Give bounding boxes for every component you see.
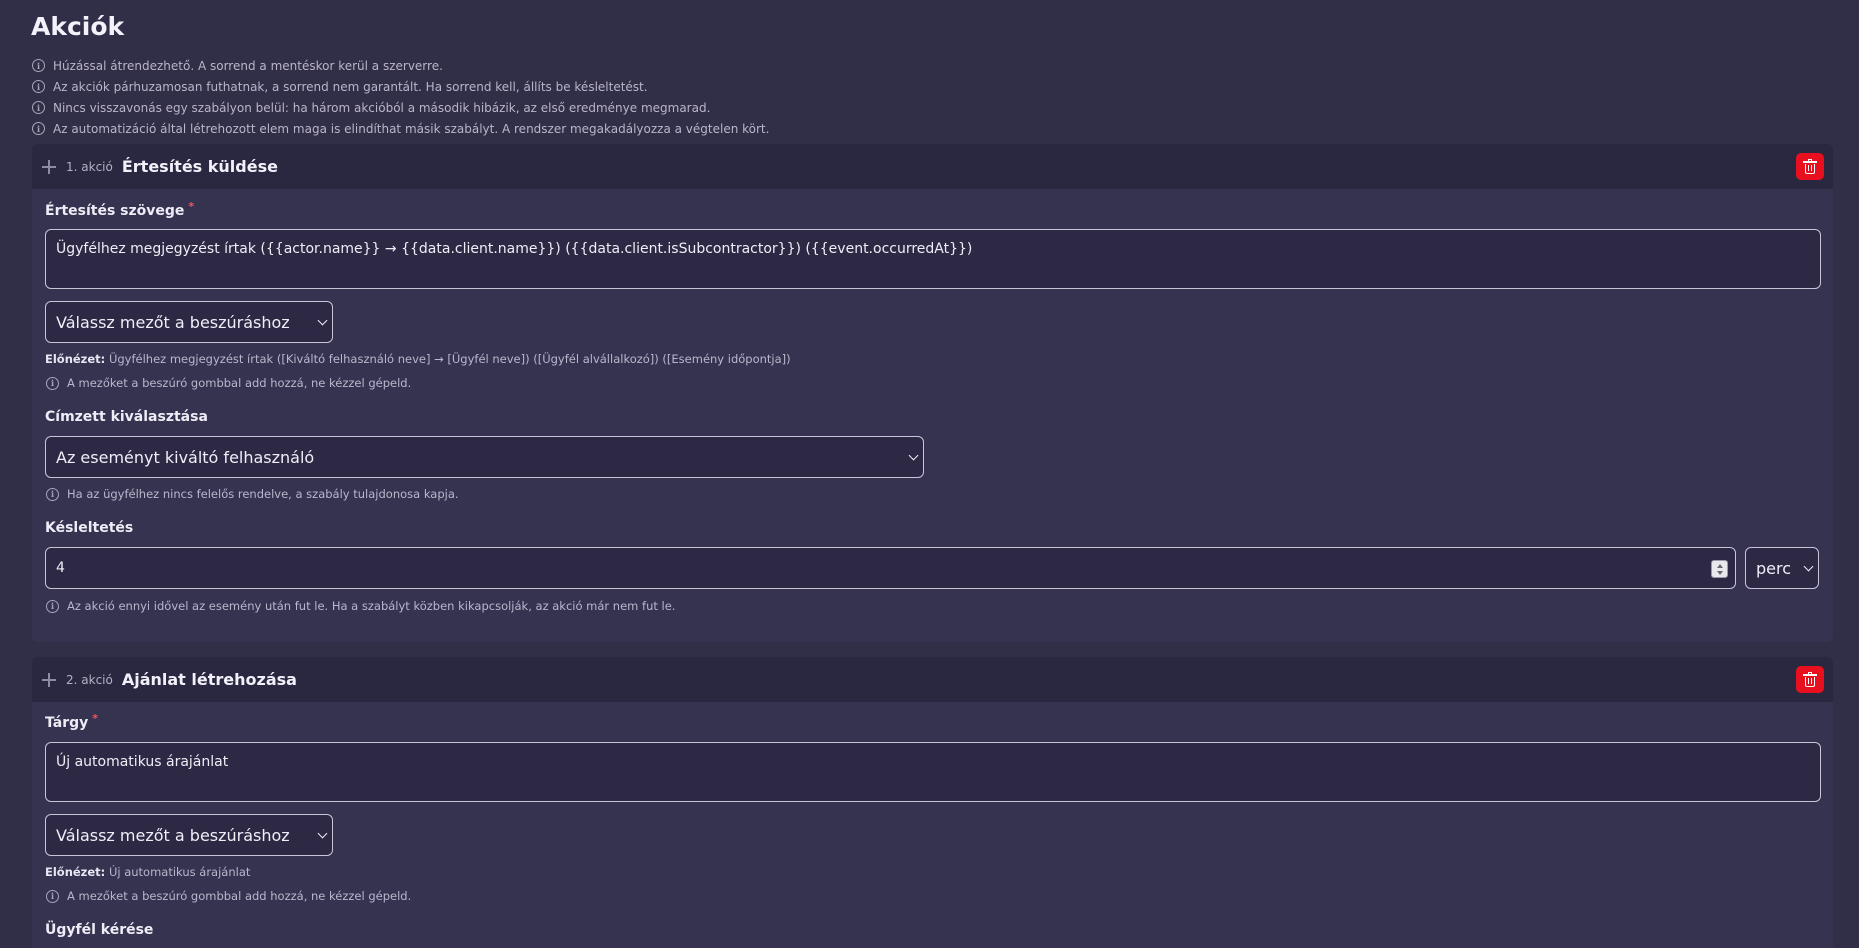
- info-icon: i: [46, 599, 59, 613]
- drag-handle-icon[interactable]: [42, 159, 56, 174]
- info-note-text: Az automatizáció által létrehozott elem …: [53, 121, 770, 136]
- insert-field-select[interactable]: Válassz mezőt a beszúráshoz: [45, 814, 333, 856]
- page-title: Akciók: [31, 12, 125, 41]
- label-text: Értesítés szövege: [45, 203, 185, 219]
- required-mark: *: [92, 712, 99, 725]
- insert-field-select[interactable]: Válassz mezőt a beszúráshoz: [45, 301, 333, 343]
- info-note: i Az akciók párhuzamosan futhatnak, a sor…: [32, 76, 769, 97]
- notification-text-input[interactable]: Ügyfélhez megjegyzést írtak ({{actor.nam…: [45, 229, 1821, 289]
- label-text: Tárgy: [45, 715, 89, 731]
- info-notes: i Húzással átrendezhető. A sorrend a ment…: [32, 55, 769, 139]
- required-mark: *: [188, 200, 195, 213]
- info-icon: i: [32, 80, 45, 93]
- recipient-hint: i Ha az ügyfélhez nincs felelős rendelve,…: [46, 487, 459, 501]
- preview-value: Ügyfélhez megjegyzést írtak ([Kiváltó fe…: [108, 352, 791, 366]
- action-card-header: 1. akció Értesítés küldése: [32, 144, 1833, 189]
- select-value: perc: [1756, 558, 1792, 578]
- delete-action-button[interactable]: [1796, 666, 1824, 693]
- info-note-text: Húzással átrendezhető. A sorrend a menté…: [53, 58, 443, 73]
- delay-label: Késleltetés: [45, 520, 134, 536]
- subject-input[interactable]: Új automatikus árajánlat: [45, 742, 1821, 802]
- action-name: Ajánlat létrehozása: [121, 670, 297, 689]
- hint-text: Ha az ügyfélhez nincs felelős rendelve, …: [67, 487, 459, 501]
- info-note-text: Az akciók párhuzamosan futhatnak, a sorr…: [53, 79, 648, 94]
- action-card-1: 1. akció Értesítés küldése Értesítés szö…: [32, 144, 1833, 642]
- info-note: i Húzással átrendezhető. A sorrend a ment…: [32, 55, 769, 76]
- hint-text: A mezőket a beszúró gombbal add hozzá, n…: [67, 889, 412, 903]
- preview-text: Előnézet: Új automatikus árajánlat: [45, 865, 250, 879]
- info-note: i Nincs visszavonás egy szabályon belül: …: [32, 97, 769, 118]
- action-card-header: 2. akció Ajánlat létrehozása: [32, 657, 1833, 702]
- action-number: 2. akció: [66, 672, 113, 687]
- action-number: 1. akció: [66, 159, 113, 174]
- subject-label: Tárgy *: [45, 712, 99, 731]
- action-card-2: 2. akció Ajánlat létrehozása Tárgy * Új a…: [32, 657, 1833, 948]
- info-icon: i: [46, 487, 59, 501]
- chevron-down-icon: [908, 450, 919, 461]
- insert-hint: i A mezőket a beszúró gombbal add hozzá, …: [46, 376, 411, 390]
- preview-value: Új automatikus árajánlat: [108, 865, 251, 879]
- delay-value: 4: [56, 560, 65, 576]
- select-value: Válassz mezőt a beszúráshoz: [56, 312, 290, 332]
- preview-label: Előnézet:: [45, 352, 106, 366]
- info-icon: i: [32, 59, 45, 72]
- chevron-down-icon: [317, 828, 328, 839]
- chevron-down-icon: [317, 315, 328, 326]
- number-stepper[interactable]: [1711, 560, 1728, 578]
- notification-text-label: Értesítés szövege *: [45, 200, 195, 219]
- hint-text: Az akció ennyi idővel az esemény után fu…: [67, 599, 676, 613]
- recipient-select[interactable]: Az eseményt kiváltó felhasználó: [45, 436, 924, 478]
- chevron-down-icon: [1803, 561, 1814, 572]
- hint-text: A mezőket a beszúró gombbal add hozzá, n…: [67, 376, 412, 390]
- preview-label: Előnézet:: [45, 865, 106, 879]
- drag-handle-icon[interactable]: [42, 672, 56, 687]
- trash-icon: [1803, 158, 1817, 174]
- delay-input[interactable]: 4: [45, 547, 1736, 589]
- select-value: Válassz mezőt a beszúráshoz: [56, 825, 290, 845]
- info-icon: i: [46, 889, 59, 903]
- delay-unit-select[interactable]: perc: [1745, 547, 1819, 589]
- info-icon: i: [32, 101, 45, 114]
- delay-hint: i Az akció ennyi idővel az esemény után f…: [46, 599, 675, 613]
- delete-action-button[interactable]: [1796, 153, 1824, 180]
- preview-text: Előnézet: Ügyfélhez megjegyzést írtak ([…: [45, 352, 791, 366]
- select-value: Az eseményt kiváltó felhasználó: [56, 447, 315, 467]
- info-note: i Az automatizáció által létrehozott elem…: [32, 118, 769, 139]
- info-icon: i: [46, 376, 59, 390]
- info-icon: i: [32, 122, 45, 135]
- recipient-label: Címzett kiválasztása: [45, 409, 208, 425]
- info-note-text: Nincs visszavonás egy szabályon belül: h…: [53, 100, 711, 115]
- client-label: Ügyfél kérése: [45, 922, 154, 938]
- insert-hint: i A mezőket a beszúró gombbal add hozzá, …: [46, 889, 411, 903]
- action-name: Értesítés küldése: [121, 157, 278, 176]
- trash-icon: [1803, 671, 1817, 687]
